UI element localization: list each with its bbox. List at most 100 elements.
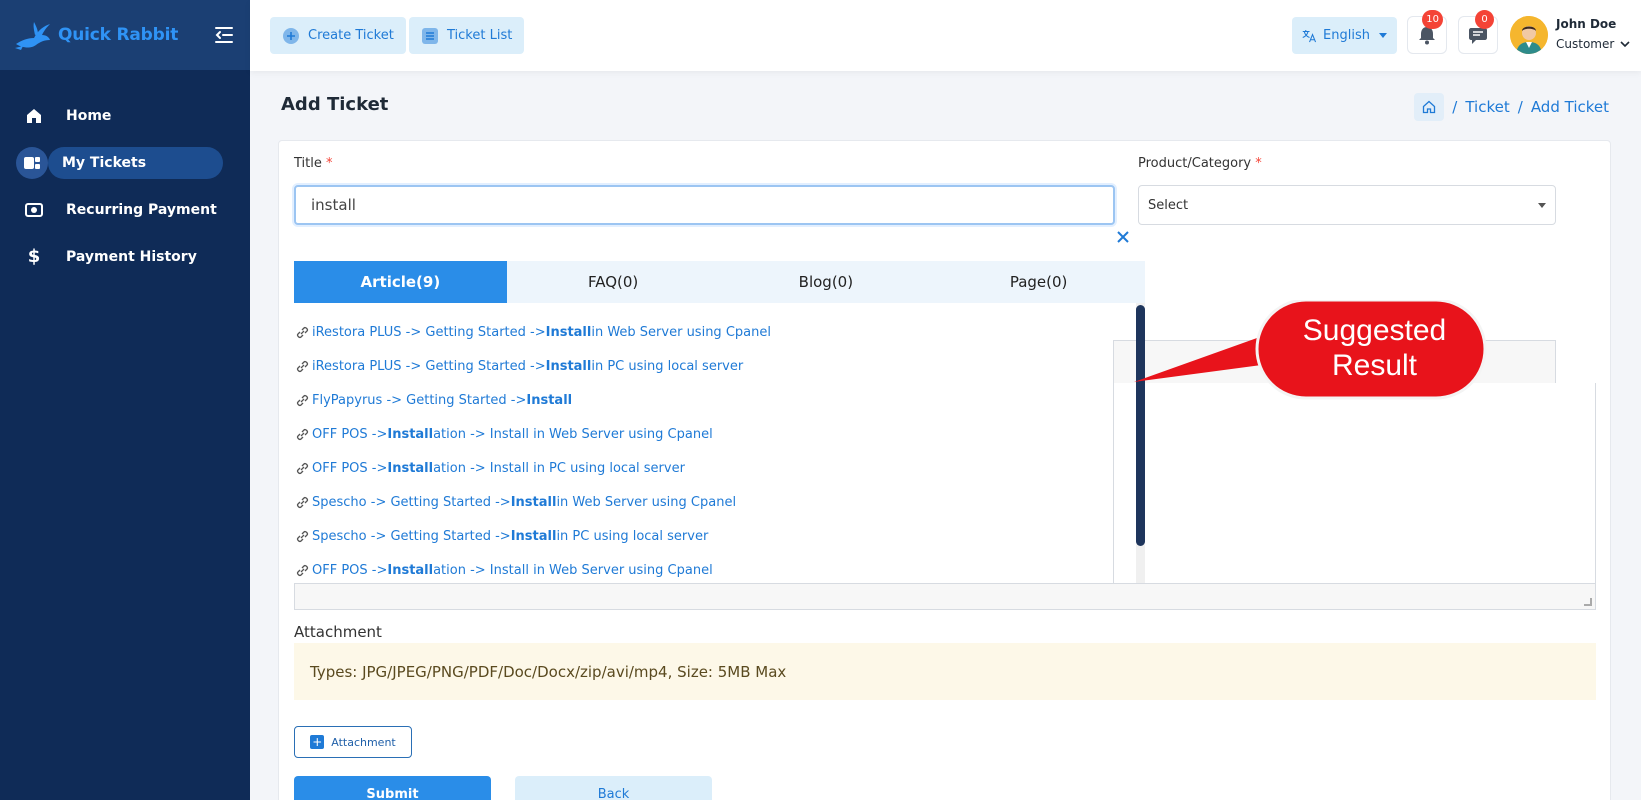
user-avatar-icon xyxy=(1510,16,1548,54)
user-role-label: Customer xyxy=(1556,37,1615,51)
list-item-text: FlyPapyrus -> Getting Started -> xyxy=(312,392,527,408)
list-item-text: in PC using local server xyxy=(556,528,709,544)
link-icon xyxy=(296,360,309,372)
callout-text: Suggested Result xyxy=(1257,313,1492,383)
list-item-text: Spescho -> Getting Started -> xyxy=(312,494,511,510)
list-item[interactable]: iRestora PLUS -> Getting Started -> Inst… xyxy=(294,349,1145,383)
language-label: English xyxy=(1323,28,1370,43)
resize-handle-icon[interactable] xyxy=(1584,598,1592,606)
link-icon xyxy=(296,564,309,576)
sidebar-nav: Home My Tickets Recurring Payment $ Paym… xyxy=(0,70,250,280)
language-selector[interactable]: English xyxy=(1292,17,1397,54)
breadcrumb: / Ticket / Add Ticket xyxy=(1414,93,1609,121)
list-item-text: in Web Server using Cpanel xyxy=(556,494,737,510)
app-name: Quick Rabbit xyxy=(58,25,179,45)
page-title: Add Ticket xyxy=(281,94,389,115)
suggestion-list: iRestora PLUS -> Getting Started -> Inst… xyxy=(294,303,1145,583)
back-button[interactable]: Back xyxy=(515,776,712,800)
suggestion-tabs: Article(9) FAQ(0) Blog(0) Page(0) xyxy=(294,261,1145,303)
sidebar-item-recurring-payment[interactable]: Recurring Payment xyxy=(0,186,250,233)
title-input[interactable] xyxy=(294,185,1115,225)
submit-button[interactable]: Submit xyxy=(294,776,491,800)
sidebar-item-payment-history[interactable]: $ Payment History xyxy=(0,233,250,280)
list-item-text: OFF POS -> xyxy=(312,460,388,476)
ticket-list-label: Ticket List xyxy=(447,28,513,43)
list-item-text: in PC using local server xyxy=(591,358,744,374)
tab-blog[interactable]: Blog(0) xyxy=(720,261,933,303)
tickets-icon xyxy=(16,146,48,179)
sidebar-item-label: Home xyxy=(66,107,112,124)
topbar: Create Ticket Ticket List English 10 0 J… xyxy=(250,0,1641,71)
link-icon xyxy=(296,496,309,508)
user-role-dropdown[interactable]: Customer xyxy=(1556,37,1630,51)
notifications-button[interactable]: 10 xyxy=(1407,10,1447,54)
translate-icon xyxy=(1302,29,1317,42)
add-attachment-label: Attachment xyxy=(331,735,396,749)
list-item[interactable]: OFF POS -> Install ation -> Install in PC… xyxy=(294,451,1145,485)
menu-collapse-icon[interactable] xyxy=(212,23,236,47)
close-icon[interactable] xyxy=(1115,229,1131,245)
product-category-label: Product/Category * xyxy=(1138,156,1262,171)
list-item-text: in Web Server using Cpanel xyxy=(591,324,771,340)
list-item[interactable]: FlyPapyrus -> Getting Started -> Install xyxy=(294,383,1145,417)
sidebar-item-home[interactable]: Home xyxy=(0,92,250,139)
avatar[interactable] xyxy=(1510,16,1548,54)
link-icon xyxy=(296,462,309,474)
tab-article[interactable]: Article(9) xyxy=(294,261,507,303)
callout-line-2: Result xyxy=(1331,349,1418,382)
link-icon xyxy=(296,394,309,406)
create-ticket-button[interactable]: Create Ticket xyxy=(270,17,406,54)
home-icon xyxy=(24,106,44,126)
breadcrumb-add-ticket: Add Ticket xyxy=(1530,98,1609,116)
caret-down-icon xyxy=(1379,33,1387,38)
product-category-value: Select xyxy=(1148,197,1189,213)
editor-body[interactable] xyxy=(1113,383,1596,583)
caret-down-icon xyxy=(1538,202,1546,208)
product-category-select[interactable]: Select xyxy=(1138,185,1556,225)
sidebar-item-label: Payment History xyxy=(66,248,197,265)
link-icon xyxy=(296,326,309,338)
home-outline-icon xyxy=(1423,100,1436,114)
list-item[interactable]: Spescho -> Getting Started -> Install in… xyxy=(294,519,1145,553)
rabbit-logo-icon xyxy=(15,22,50,50)
list-item-match: Install xyxy=(545,358,592,374)
notifications-badge: 10 xyxy=(1422,10,1443,29)
user-name: John Doe xyxy=(1556,17,1617,31)
tab-faq[interactable]: FAQ(0) xyxy=(507,261,720,303)
list-item-text: ation -> Install in PC using local serve… xyxy=(433,460,685,476)
callout-line-1: Suggested xyxy=(1302,314,1447,347)
list-item-match: Install xyxy=(387,562,434,578)
sidebar-item-my-tickets[interactable]: My Tickets xyxy=(0,139,250,186)
ticket-list-button[interactable]: Ticket List xyxy=(409,17,525,54)
title-label: Title * xyxy=(294,156,333,171)
list-item[interactable]: OFF POS -> Install ation -> Install in We… xyxy=(294,553,1145,583)
money-icon xyxy=(24,200,44,220)
attachment-label: Attachment xyxy=(294,623,382,641)
chevron-down-icon xyxy=(1620,40,1630,47)
list-item-match: Install xyxy=(387,426,434,442)
add-attachment-button[interactable]: + Attachment xyxy=(294,726,412,758)
list-item[interactable]: Spescho -> Getting Started -> Install in… xyxy=(294,485,1145,519)
messages-button[interactable]: 0 xyxy=(1458,10,1498,54)
breadcrumb-ticket[interactable]: Ticket xyxy=(1465,98,1509,116)
required-mark: * xyxy=(326,156,333,171)
list-item-match: Install xyxy=(526,392,573,408)
link-icon xyxy=(296,428,309,440)
list-item-text: iRestora PLUS -> Getting Started -> xyxy=(312,324,546,340)
attachment-types-note: Types: JPG/JPEG/PNG/PDF/Doc/Docx/zip/avi… xyxy=(294,643,1596,700)
add-ticket-form: Title * Product/Category * Select Articl… xyxy=(278,140,1611,800)
plus-icon: + xyxy=(310,735,325,749)
list-item[interactable]: OFF POS -> Install ation -> Install in We… xyxy=(294,417,1145,451)
sidebar-header: Quick Rabbit xyxy=(0,0,250,70)
list-item[interactable]: iRestora PLUS -> Getting Started -> Inst… xyxy=(294,315,1145,349)
sidebar: Quick Rabbit Home My Tickets Recurring P… xyxy=(0,0,250,800)
create-ticket-label: Create Ticket xyxy=(308,28,394,43)
tab-page[interactable]: Page(0) xyxy=(932,261,1145,303)
list-item-text: iRestora PLUS -> Getting Started -> xyxy=(312,358,546,374)
list-item-match: Install xyxy=(545,324,592,340)
breadcrumb-separator: / xyxy=(1517,98,1523,116)
messages-badge: 0 xyxy=(1475,10,1494,29)
list-item-match: Install xyxy=(510,494,557,510)
breadcrumb-home[interactable] xyxy=(1414,93,1445,121)
list-item-text: OFF POS -> xyxy=(312,426,388,442)
